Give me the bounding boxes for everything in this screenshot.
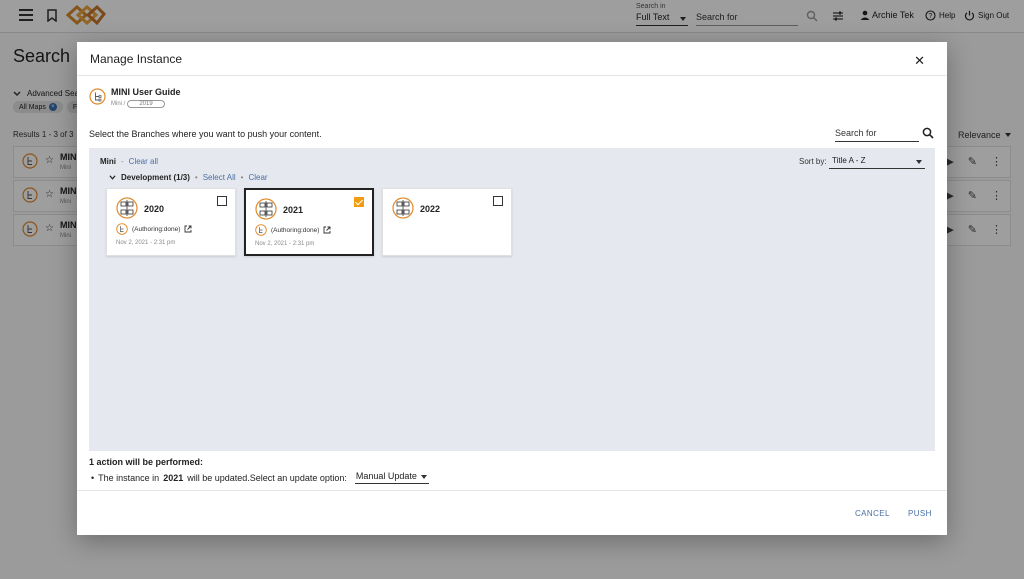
separator: • [194,173,198,182]
map-icon [255,224,267,236]
map-name: MINI User Guide [111,87,181,97]
map-icon [116,223,128,235]
select-all-link[interactable]: Select All [203,173,236,182]
branch-date: Nov 2, 2021 - 2:31 pm [255,241,315,247]
separator: • [240,173,244,182]
branch-name: 2022 [420,204,441,214]
close-icon[interactable]: ✕ [914,53,925,69]
map-icon [89,88,106,105]
branch-checkbox[interactable] [354,197,364,207]
branch-card-2022[interactable]: 2022 [382,188,512,256]
status-text: (Authoring:done) [132,225,181,233]
branch-icon [116,197,138,219]
root-branch-label: Mini [100,157,116,166]
branches-panel: Mini - Clear all Sort by: Title A - Z De… [89,148,935,451]
map-path-text: Mini / [111,101,126,107]
branch-icon [392,197,414,219]
chevron-down-icon[interactable] [109,174,116,181]
cancel-button[interactable]: CANCEL [855,509,890,518]
branch-date: Nov 2, 2021 - 2:31 pm [116,240,176,246]
branch-name: 2020 [144,204,165,214]
branch-group-label: Development (1/3) [121,173,190,182]
branch-name: 2021 [283,205,304,215]
branch-checkbox[interactable] [217,196,227,206]
map-path: Mini / 2019 [111,100,165,108]
action-prefix: The instance in [98,472,160,483]
instruction-text: Select the Branches where you want to pu… [89,129,322,139]
bullet: • [91,472,95,483]
branch-status: (Authoring:done) [116,223,192,235]
clear-link[interactable]: Clear [248,173,267,182]
action-suffix: will be updated.Select an update option: [187,472,347,483]
branch-status: (Authoring:done) [255,224,331,236]
manage-instance-dialog: Manage Instance ✕ MINI User Guide Mini /… [77,42,947,535]
sort-by-dropdown[interactable]: Title A - Z [829,155,925,169]
sort-by-label: Sort by: [799,157,827,166]
update-option-dropdown[interactable]: Manual Update [354,471,429,484]
version-badge: 2019 [127,100,165,108]
open-external-icon[interactable] [184,225,192,233]
root-branch-row: Mini - Clear all [100,157,158,166]
branch-search-input[interactable]: Search for [835,128,919,142]
clear-all-link[interactable]: Clear all [129,157,158,166]
open-external-icon[interactable] [323,226,331,234]
dialog-header: Manage Instance ✕ [77,42,947,76]
action-item: • The instance in 2021 will be updated.S… [91,471,429,484]
branch-card-2021[interactable]: 2021 (Authoring:done) Nov 2, 2021 - 2:31… [244,188,374,256]
dialog-title: Manage Instance [90,52,183,66]
separator: - [121,157,124,166]
actions-summary-title: 1 action will be performed: [89,457,204,467]
branch-group-row: Development (1/3) • Select All • Clear [109,173,268,182]
dialog-footer: CANCEL PUSH [77,490,947,535]
branch-card-2020[interactable]: 2020 (Authoring:done) Nov 2, 2021 - 2:31… [106,188,236,256]
status-text: (Authoring:done) [271,226,320,234]
branch-checkbox[interactable] [493,196,503,206]
search-icon[interactable] [922,127,934,139]
push-button[interactable]: PUSH [908,509,932,518]
action-branch: 2021 [163,472,184,483]
branch-icon [255,198,277,220]
